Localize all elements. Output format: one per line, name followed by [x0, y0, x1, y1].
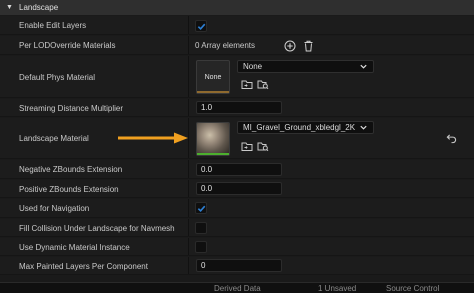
trash-icon [304, 40, 312, 52]
reset-to-default-button[interactable] [445, 132, 457, 144]
folder-search-icon [257, 80, 269, 90]
negative-zbounds-label: Negative ZBounds Extension [19, 165, 123, 174]
landscape-section-header[interactable]: ▼ Landscape [0, 0, 474, 15]
add-icon [284, 40, 296, 52]
browse-asset-button[interactable] [257, 140, 269, 152]
chevron-down-icon [360, 64, 367, 69]
row-negative-zbounds: Negative ZBounds Extension 0.0 [0, 160, 474, 179]
status-bar: Derived Data 1 Unsaved Source Control [0, 282, 474, 293]
landscape-material-thumbnail[interactable] [196, 122, 230, 156]
fill-collision-label: Fill Collision Under Landscape for Navme… [19, 223, 175, 233]
streaming-distance-label: Streaming Distance Multiplier [19, 103, 124, 113]
chevron-down-icon [360, 125, 367, 130]
phys-material-dropdown[interactable]: None [237, 60, 374, 73]
row-fill-collision: Fill Collision Under Landscape for Navme… [0, 219, 474, 237]
thumbnail-none-text: None [204, 73, 222, 81]
positive-zbounds-input[interactable]: 0.0 [196, 182, 282, 195]
max-painted-layers-label: Max Painted Layers Per Component [19, 261, 148, 271]
negative-zbounds-input[interactable]: 0.0 [196, 163, 282, 176]
row-enable-edit-layers: Enable Edit Layers [0, 16, 474, 35]
used-for-navigation-checkbox[interactable] [195, 202, 207, 214]
checkmark-icon [197, 23, 206, 31]
row-default-phys-material: Default Phys Material None None [0, 56, 474, 98]
arrow-icon [118, 132, 188, 144]
dynamic-material-label: Use Dynamic Material Instance [19, 242, 130, 252]
clear-elements-button[interactable] [302, 40, 314, 52]
section-title: Landscape [19, 3, 59, 12]
row-used-for-navigation: Used for Navigation [0, 199, 474, 218]
add-element-button[interactable] [284, 40, 296, 52]
use-selected-asset-button[interactable] [241, 140, 253, 152]
array-elements-count: 0 Array elements [195, 41, 256, 50]
browse-icon [241, 80, 253, 89]
chevron-down-icon: ▼ [6, 4, 13, 11]
streaming-distance-input[interactable]: 1.0 [196, 101, 282, 114]
use-selected-asset-button[interactable] [241, 78, 253, 90]
row-positive-zbounds: Positive ZBounds Extension 0.0 [0, 180, 474, 198]
fill-collision-checkbox[interactable] [195, 222, 207, 234]
max-painted-layers-input[interactable]: 0 [196, 259, 282, 272]
row-dynamic-material: Use Dynamic Material Instance [0, 238, 474, 256]
used-for-navigation-label: Used for Navigation [19, 204, 90, 213]
per-lod-override-label: Per LODOverride Materials [19, 41, 116, 50]
phys-material-selected: None [243, 62, 263, 71]
dynamic-material-checkbox[interactable] [195, 241, 207, 253]
landscape-material-selected: MI_Gravel_Ground_xbledgl_2K [243, 123, 356, 132]
row-streaming-distance: Streaming Distance Multiplier 1.0 [0, 99, 474, 117]
checkmark-icon [197, 205, 206, 213]
row-max-painted-layers: Max Painted Layers Per Component 0 [0, 257, 474, 275]
folder-search-icon [257, 142, 269, 152]
reset-icon [446, 133, 456, 143]
row-landscape-material: Landscape Material MI_Gravel_Ground_xble… [0, 118, 474, 159]
landscape-material-label: Landscape Material [19, 134, 89, 143]
browse-icon [241, 142, 253, 151]
phys-material-thumbnail[interactable]: None [196, 60, 230, 94]
positive-zbounds-label: Positive ZBounds Extension [19, 184, 119, 194]
enable-edit-layers-label: Enable Edit Layers [19, 21, 87, 30]
row-per-lod-override: Per LODOverride Materials 0 Array elemen… [0, 36, 474, 55]
default-phys-material-label: Default Phys Material [19, 72, 96, 82]
enable-edit-layers-checkbox[interactable] [195, 20, 207, 32]
browse-asset-button[interactable] [257, 78, 269, 90]
landscape-material-dropdown[interactable]: MI_Gravel_Ground_xbledgl_2K [237, 121, 374, 134]
